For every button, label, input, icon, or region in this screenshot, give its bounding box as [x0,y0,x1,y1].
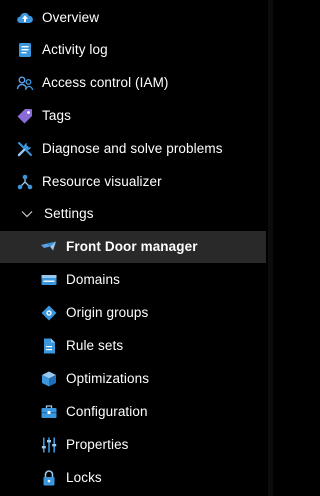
nav-item-access-control[interactable]: Access control (IAM) [0,67,266,99]
nav-item-tags[interactable]: Tags [0,100,266,132]
nav-item-label: Diagnose and solve problems [42,141,223,156]
nav-item-activity-log[interactable]: Activity log [0,34,266,66]
nav-item-label: Activity log [42,42,108,57]
nav-item-optimizations[interactable]: Optimizations [0,363,266,395]
front-door-icon [40,238,58,256]
resource-visualizer-icon [16,173,34,191]
nav-item-origin-groups[interactable]: Origin groups [0,297,266,329]
resource-menu: Overview Activity log Access control (IA… [0,0,273,496]
optimizations-cube-icon [40,370,58,388]
chevron-down-icon [18,205,36,223]
nav-group-settings[interactable]: Settings [0,198,266,230]
nav-item-front-door-manager[interactable]: Front Door manager [0,231,266,263]
nav-item-label: Access control (IAM) [42,75,169,90]
lock-icon [40,469,58,487]
nav-item-label: Properties [66,437,129,452]
properties-sliders-icon [40,436,58,454]
nav-item-resource-visualizer[interactable]: Resource visualizer [0,166,266,198]
configuration-toolbox-icon [40,403,58,421]
scrollbar-track[interactable] [268,0,273,496]
wrench-icon [16,140,34,158]
nav-item-diagnose[interactable]: Diagnose and solve problems [0,133,266,165]
nav-item-label: Resource visualizer [42,174,162,189]
nav-item-label: Tags [42,108,71,123]
nav-item-rule-sets[interactable]: Rule sets [0,330,266,362]
nav-item-label: Origin groups [66,305,149,320]
domains-icon [40,271,58,289]
rule-sets-icon [40,337,58,355]
origin-groups-icon [40,304,58,322]
nav-group-label: Settings [44,206,94,221]
nav-item-label: Locks [66,470,102,485]
nav-item-properties[interactable]: Properties [0,429,266,461]
nav-item-label: Optimizations [66,371,150,386]
nav-item-label: Overview [42,10,100,25]
nav-item-label: Front Door manager [66,239,198,254]
tag-icon [16,107,34,125]
activity-log-icon [16,41,34,59]
nav-item-label: Rule sets [66,338,124,353]
nav-item-locks[interactable]: Locks [0,462,266,494]
nav-item-overview[interactable]: Overview [0,2,266,34]
overview-cloud-icon [16,9,34,27]
nav-item-configuration[interactable]: Configuration [0,396,266,428]
access-control-people-icon [16,74,34,92]
nav-item-label: Configuration [66,404,148,419]
nav-item-domains[interactable]: Domains [0,264,266,296]
nav-item-label: Domains [66,272,120,287]
